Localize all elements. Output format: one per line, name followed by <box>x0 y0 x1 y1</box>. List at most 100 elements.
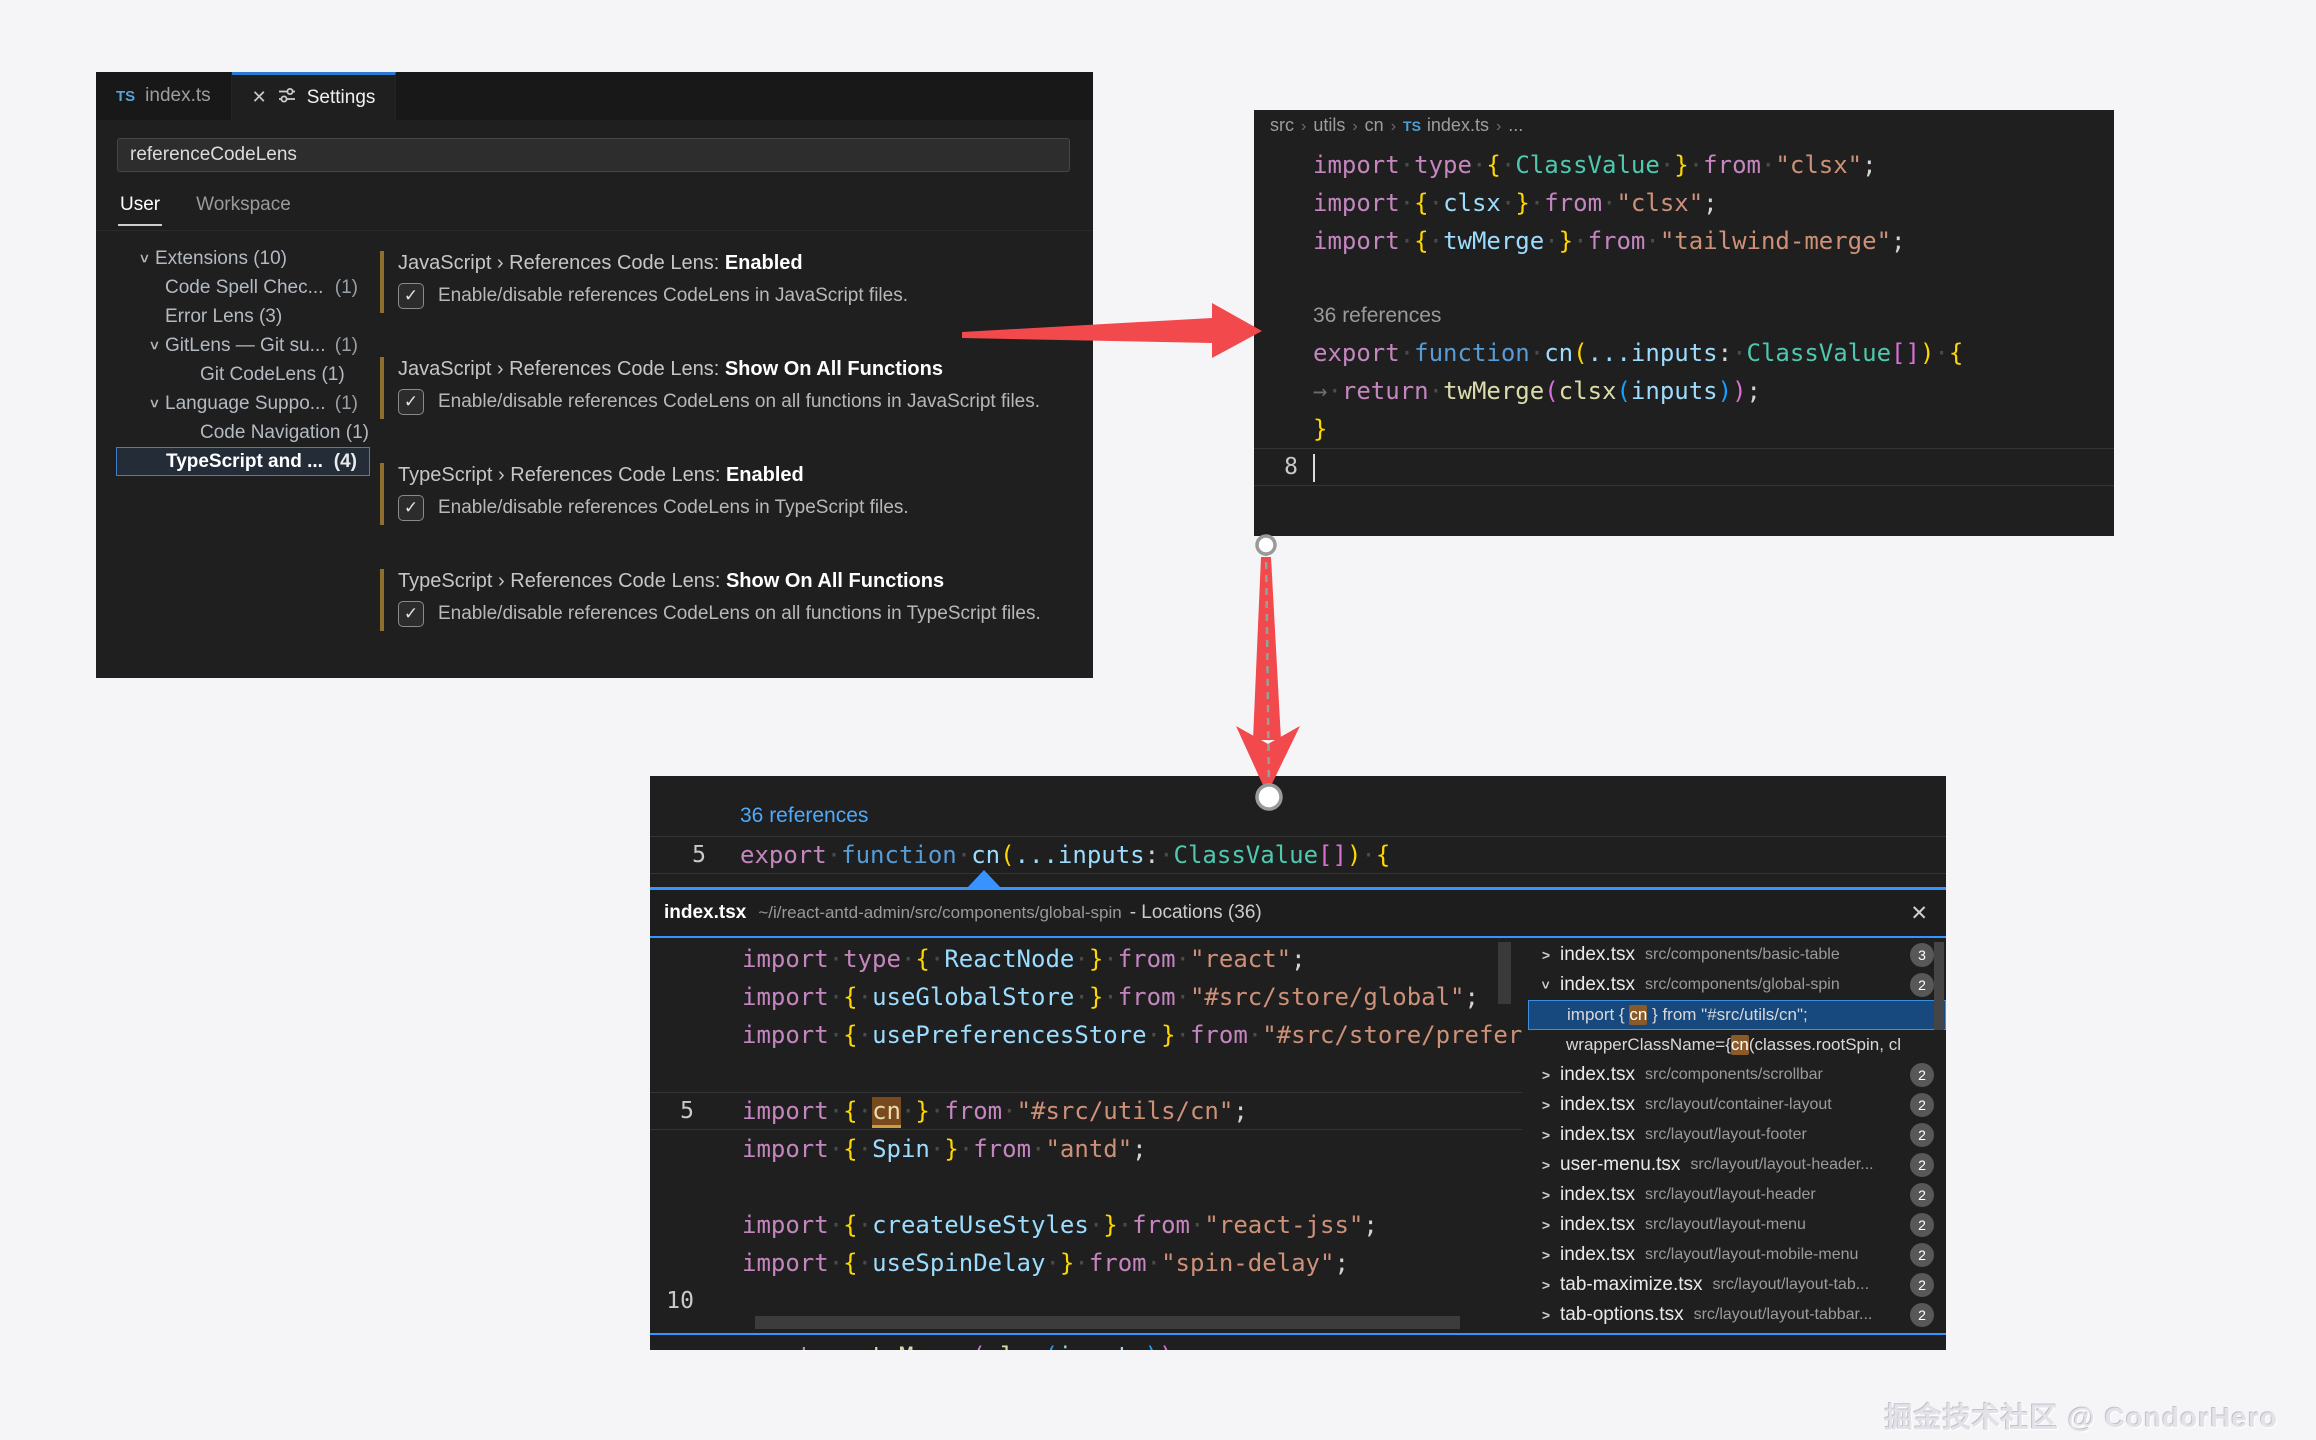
line-number: 5 <box>678 836 706 874</box>
chevron-right-icon[interactable]: > <box>1536 1067 1556 1083</box>
code-line[interactable]: import·{·twMerge·}·from·"tailwind-merge"… <box>1254 222 2114 260</box>
reference-file-row[interactable]: >tab-options.tsxsrc/layout/layout-tabbar… <box>1528 1300 1946 1330</box>
reference-file-row[interactable]: >index.tsxsrc/components/basic-table3 <box>1528 940 1946 970</box>
code-line[interactable]: import·{·usePreferencesStore·}·from·"#sr… <box>650 1016 1522 1054</box>
code-line[interactable]: import·type·{·ClassValue·}·from·"clsx"; <box>1254 146 2114 184</box>
reference-file-row[interactable]: >index.tsxsrc/layout/layout-menu2 <box>1528 1210 1946 1240</box>
chevron-right-icon[interactable]: > <box>1536 947 1556 963</box>
code-line[interactable]: 10 <box>650 1282 1522 1320</box>
chevron-down-icon[interactable]: > <box>146 393 163 415</box>
toc-item-git-codelens-[interactable]: Git CodeLens (1) <box>116 360 370 389</box>
code-line[interactable]: 5export·function·cn(...inputs:·ClassValu… <box>650 836 1946 874</box>
reference-count-badge: 2 <box>1910 973 1934 997</box>
editor-tab-bar: TS index.ts ✕ Settings <box>96 72 1093 120</box>
breadcrumb-item[interactable]: ... <box>1508 115 1523 135</box>
toc-item-label: TypeScript and ... <box>166 451 323 473</box>
checkbox[interactable]: ✓ <box>398 495 424 521</box>
chevron-right-icon[interactable]: > <box>1536 1097 1556 1113</box>
toc-item-language-suppo-[interactable]: >Language Suppo...(1) <box>116 389 370 418</box>
code-line[interactable]: } <box>1254 410 2114 448</box>
code-line[interactable]: import·{·useGlobalStore·}·from·"#src/sto… <box>650 978 1522 1016</box>
vertical-scrollbar[interactable] <box>1498 942 1511 1004</box>
reference-file-row[interactable]: >index.tsxsrc/components/global-spin2 <box>1528 970 1946 1000</box>
code-line[interactable]: import·{·useSpinDelay·}·from·"spin-delay… <box>650 1244 1522 1282</box>
breadcrumb-item[interactable]: utils <box>1313 115 1345 135</box>
checkbox[interactable]: ✓ <box>398 601 424 627</box>
code-line[interactable]: export·function·cn(...inputs:·ClassValue… <box>1254 334 2114 372</box>
code-line[interactable]: →·return·twMerge(clsx(inputs)); <box>1254 372 2114 410</box>
breadcrumb-item[interactable]: cn <box>1365 115 1384 135</box>
editor-code-area[interactable]: 36 references5export·function·cn(...inpu… <box>650 798 1946 874</box>
setting-title: JavaScript › References Code Lens: Enabl… <box>398 248 1080 278</box>
code-line[interactable]: ··return·twMerge(clsx(inputs)); <box>650 1337 1946 1350</box>
toc-item-error-lens-[interactable]: Error Lens (3) <box>116 302 370 331</box>
reference-file-row[interactable]: >tab-maximize.tsxsrc/layout/layout-tab..… <box>1528 1270 1946 1300</box>
toc-item-code-spell-chec-[interactable]: Code Spell Chec...(1) <box>116 273 370 302</box>
reference-count-badge: 2 <box>1910 1183 1934 1207</box>
toc-item-typescript-and-[interactable]: TypeScript and ...(4) <box>116 447 370 476</box>
code-line[interactable]: 5import·{·cn·}·from·"#src/utils/cn"; <box>650 1092 1522 1130</box>
toc-item-gitlens-git-su-[interactable]: >GitLens — Git su...(1) <box>116 331 370 360</box>
peek-code-editor[interactable]: import·type·{·ReactNode·}·from·"react";i… <box>650 940 1522 1322</box>
chevron-right-icon[interactable]: > <box>1536 1157 1556 1173</box>
checkbox[interactable]: ✓ <box>398 283 424 309</box>
settings-search-input[interactable] <box>118 139 1069 171</box>
reference-file-name: user-menu.tsx <box>1560 1154 1680 1176</box>
peek-close-icon[interactable]: ✕ <box>1894 901 1928 926</box>
chevron-down-icon[interactable]: > <box>146 335 163 357</box>
reference-file-row[interactable]: >index.tsxsrc/layout/layout-footer2 <box>1528 1120 1946 1150</box>
code-line[interactable]: import·{·Spin·}·from·"antd"; <box>650 1130 1522 1168</box>
codelens-link[interactable]: 36 references <box>650 798 1946 834</box>
code-line[interactable] <box>1254 260 2114 298</box>
code-line[interactable]: import·{·createUseStyles·}·from·"react-j… <box>650 1206 1522 1244</box>
toc-item-extensions-[interactable]: >Extensions (10) <box>116 244 370 273</box>
toc-item-code-navigation-[interactable]: Code Navigation (1) <box>116 418 370 447</box>
reference-file-name: index.tsx <box>1560 1064 1635 1086</box>
peek-header: index.tsx ~/i/react-antd-admin/src/compo… <box>650 887 1946 938</box>
chevron-right-icon[interactable]: > <box>1536 1277 1556 1293</box>
text-cursor <box>1313 454 1315 482</box>
reference-file-row[interactable]: >index.tsxsrc/layout/container-layout2 <box>1528 1090 1946 1120</box>
list-scrollbar[interactable] <box>1934 942 1944 1030</box>
reference-file-row[interactable]: >index.tsxsrc/layout/layout-header2 <box>1528 1180 1946 1210</box>
checkbox[interactable]: ✓ <box>398 389 424 415</box>
reference-match-row[interactable]: wrapperClassName={cn(classes.rootSpin, c… <box>1528 1030 1946 1060</box>
annotation-arrow-vertical-tail <box>1253 557 1281 740</box>
breadcrumb-item[interactable]: index.ts <box>1427 115 1489 135</box>
code-line[interactable]: 8 <box>1254 448 2114 486</box>
chevron-down-icon[interactable]: > <box>1538 975 1554 995</box>
reference-file-path: src/layout/layout-header... <box>1690 1156 1902 1174</box>
reference-file-path: src/layout/layout-header <box>1645 1186 1902 1204</box>
chevron-right-icon[interactable]: > <box>1536 1187 1556 1203</box>
reference-match-row[interactable]: import { cn } from "#src/utils/cn"; <box>1528 1000 1946 1030</box>
reference-file-row[interactable]: >user-menu.tsx src/layout/layout-header..… <box>1528 1150 1946 1180</box>
codelens-link[interactable]: 36 references <box>1254 298 2114 334</box>
code-line[interactable]: import·{·clsx·}·from·"clsx"; <box>1254 184 2114 222</box>
editor-code-area[interactable]: import·type·{·ClassValue·}·from·"clsx";i… <box>1254 146 2114 486</box>
tab-settings[interactable]: ✕ Settings <box>232 72 397 120</box>
reference-file-row[interactable]: >index.tsxsrc/components/scrollbar2 <box>1528 1060 1946 1090</box>
close-icon[interactable]: ✕ <box>252 87 267 108</box>
reference-file-name: index.tsx <box>1560 944 1635 966</box>
watermark: 掘金技术社区 @ CondorHero <box>1885 1396 2278 1436</box>
breadcrumb-separator: › <box>1345 118 1364 135</box>
code-line[interactable] <box>650 1168 1522 1206</box>
breadcrumb-item[interactable]: src <box>1270 115 1294 135</box>
scope-tab-user[interactable]: User <box>120 194 160 226</box>
reference-file-row[interactable]: >index.tsxsrc/layout/layout-mobile-menu2 <box>1528 1240 1946 1270</box>
scope-tab-workspace[interactable]: Workspace <box>196 194 291 226</box>
chevron-right-icon[interactable]: > <box>1536 1307 1556 1323</box>
chevron-right-icon[interactable]: > <box>1536 1217 1556 1233</box>
reference-file-name: index.tsx <box>1560 1214 1635 1236</box>
chevron-right-icon[interactable]: > <box>1536 1127 1556 1143</box>
chevron-down-icon[interactable]: > <box>136 248 153 270</box>
code-line[interactable]: import·type·{·ReactNode·}·from·"react"; <box>650 940 1522 978</box>
tab-index-ts[interactable]: TS index.ts <box>96 72 232 120</box>
code-line[interactable] <box>650 1054 1522 1092</box>
reference-file-name: index.tsx <box>1560 974 1635 996</box>
breadcrumb[interactable]: src›utils›cn›TSindex.ts›... <box>1254 110 2114 140</box>
horizontal-scrollbar[interactable] <box>755 1316 1460 1329</box>
chevron-right-icon[interactable]: > <box>1536 1247 1556 1263</box>
settings-list: JavaScript › References Code Lens: Enabl… <box>380 248 1080 672</box>
peek-title-path: ~/i/react-antd-admin/src/components/glob… <box>758 903 1121 923</box>
